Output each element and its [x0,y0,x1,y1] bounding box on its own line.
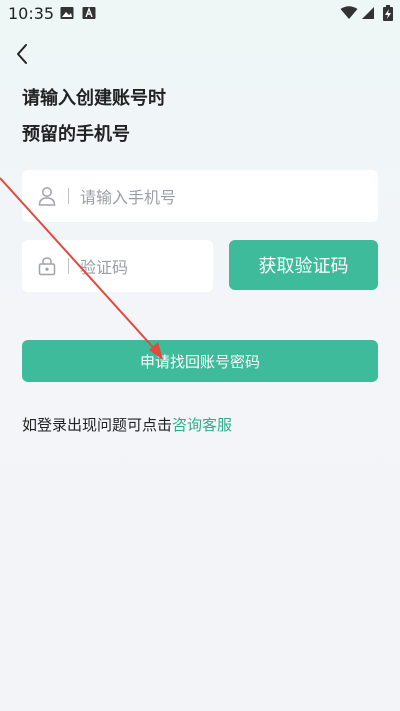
get-code-button[interactable]: 获取验证码 [229,240,378,290]
code-placeholder: 验证码 [80,258,129,277]
lock-icon [38,257,56,276]
page-title-line1: 请输入创建账号时 [22,88,166,109]
back-arrow-icon [17,44,27,64]
battery-charging-icon [383,5,393,21]
user-icon [38,187,56,206]
input-separator [68,258,69,274]
help-prefix: 如登录出现问题可点击 [22,416,173,434]
submit-button[interactable]: 申请找回账号密码 [22,340,378,382]
status-bar: 10:35 [0,0,400,28]
status-time: 10:35 [8,4,55,23]
help-text: 如登录出现问题可点击咨询客服 [22,414,232,435]
verification-code-input[interactable]: 验证码 [22,240,213,292]
image-icon [60,7,74,19]
submit-label: 申请找回账号密码 [139,352,260,371]
get-code-label: 获取验证码 [258,256,349,277]
phone-input[interactable]: 请输入手机号 [22,170,378,222]
text-icon [82,7,96,19]
back-button[interactable] [10,40,38,68]
page-title-line2: 预留的手机号 [22,124,130,145]
wifi-icon [340,6,358,19]
phone-placeholder: 请输入手机号 [80,188,177,207]
customer-service-link[interactable]: 咨询客服 [172,416,232,434]
signal-icon [362,7,374,19]
input-separator [68,188,69,204]
